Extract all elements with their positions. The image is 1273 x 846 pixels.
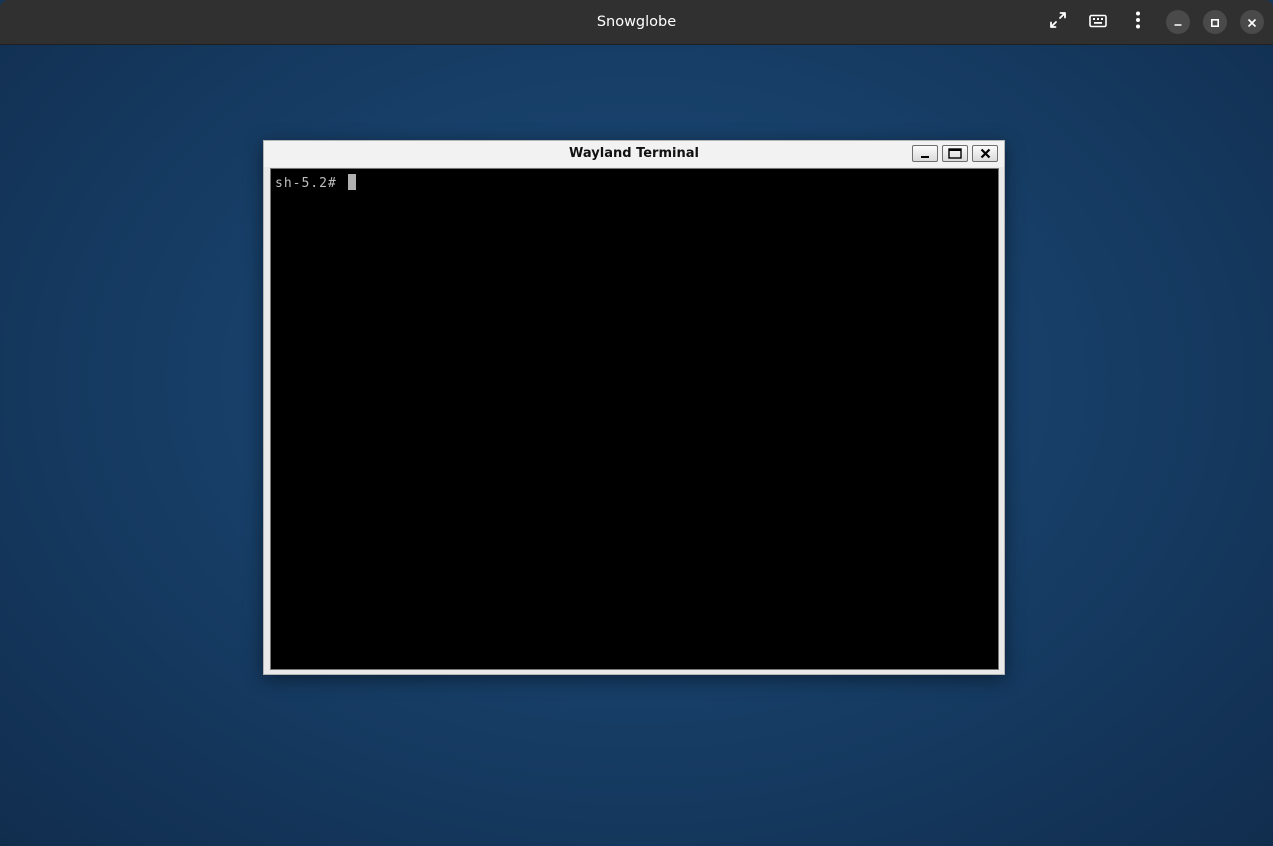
maximize-button[interactable]	[1203, 10, 1227, 34]
terminal-titlebar[interactable]: Wayland Terminal	[264, 141, 1004, 167]
terminal-window[interactable]: Wayland Terminal sh-5.2#	[263, 140, 1005, 675]
terminal-title: Wayland Terminal	[569, 146, 699, 161]
terminal-output-area[interactable]: sh-5.2#	[270, 168, 999, 670]
text-cursor	[347, 174, 356, 190]
fullscreen-button[interactable]	[1045, 9, 1071, 35]
header-bar: Snowglobe	[0, 0, 1273, 45]
snowglobe-window: Snowglobe Wayland Terminal sh-5.2#	[0, 0, 1273, 846]
close-icon	[1247, 13, 1257, 32]
keyboard-button[interactable]	[1085, 9, 1111, 35]
terminal-minimize-button[interactable]	[912, 145, 938, 162]
minimize-button[interactable]	[1166, 10, 1190, 34]
terminal-maximize-button[interactable]	[942, 145, 968, 162]
fullscreen-icon	[1049, 11, 1067, 33]
minimize-icon	[1173, 13, 1183, 32]
maximize-icon	[1210, 13, 1220, 32]
minimize-icon	[919, 144, 931, 163]
close-button[interactable]	[1240, 10, 1264, 34]
window-title: Snowglobe	[596, 14, 677, 30]
shell-prompt: sh-5.2#	[275, 176, 337, 191]
kebab-menu-icon	[1135, 11, 1141, 33]
terminal-close-button[interactable]	[972, 145, 998, 162]
terminal-prompt-line: sh-5.2#	[275, 174, 356, 191]
close-icon	[980, 144, 991, 163]
menu-button[interactable]	[1125, 9, 1151, 35]
keyboard-icon	[1089, 13, 1107, 32]
maximize-icon	[948, 144, 962, 163]
